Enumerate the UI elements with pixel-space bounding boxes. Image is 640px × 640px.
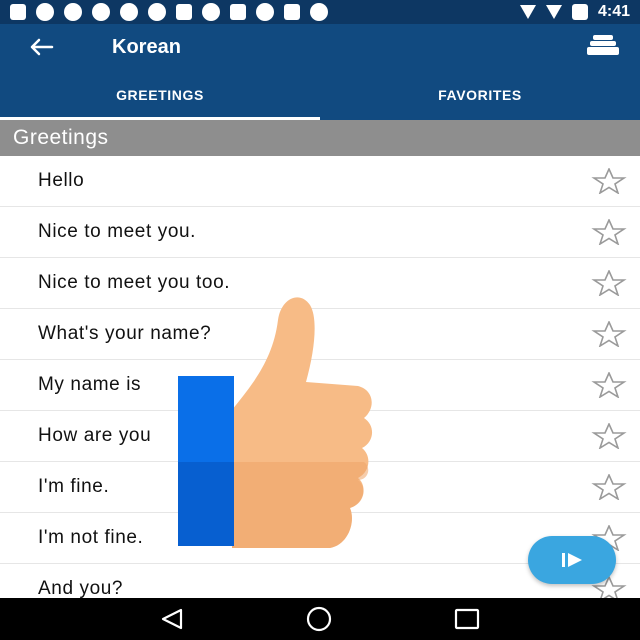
message-icon [10,4,26,20]
signal-icon [545,5,562,19]
notification-icons [10,3,328,21]
stack-icon [587,35,619,55]
thumbs-up-overlay-icon [178,297,373,548]
tab-favorites[interactable]: FAVORITES [320,70,640,120]
headphones-icon [256,3,274,21]
back-button[interactable] [28,37,64,57]
star-outline-icon[interactable] [591,372,627,398]
play-icon [562,553,582,567]
battery-icon [571,4,588,20]
phrase-text: My name is [38,374,142,395]
phrase-text: And you? [38,578,124,599]
recents-nav-icon[interactable] [453,607,481,631]
music-icon [64,3,82,21]
phrase-text: Nice to meet you. [38,221,197,242]
page-title: Korean [112,35,181,58]
status-bar: 4:41 [0,0,640,24]
star-outline-icon[interactable] [591,270,627,296]
gift-icon [202,3,220,21]
phrase-text: I'm not fine. [38,527,144,548]
tab-greetings[interactable]: GREETINGS [0,70,320,120]
stack-menu-button[interactable] [586,33,620,61]
phrase-text: I'm fine. [38,476,110,497]
tab-bar: GREETINGS FAVORITES [0,70,640,120]
star-outline-icon[interactable] [591,168,627,194]
list-item[interactable]: Hello [0,156,640,207]
play-button[interactable] [528,536,616,584]
back-nav-icon[interactable] [159,608,185,630]
status-time: 4:41 [597,3,630,20]
music-icon [36,3,54,21]
info-icon [310,3,328,21]
music-icon [148,3,166,21]
phrase-text: Hello [38,170,85,191]
phrase-text: How are you [38,425,152,446]
music-icon [92,3,110,21]
section-header: Greetings [0,120,640,156]
star-outline-icon[interactable] [591,423,627,449]
star-outline-icon[interactable] [591,321,627,347]
star-outline-icon[interactable] [591,219,627,245]
list-item[interactable]: Nice to meet you. [0,207,640,258]
bolt-icon [176,4,192,20]
star-outline-icon[interactable] [591,474,627,500]
arrow-left-icon [30,38,54,56]
home-nav-icon[interactable] [304,604,334,634]
facebook-icon [230,4,246,20]
cat-icon [284,4,300,20]
app-bar: Korean [0,24,640,70]
music-icon [120,3,138,21]
system-nav-bar [0,598,640,640]
wifi-icon [519,5,536,19]
